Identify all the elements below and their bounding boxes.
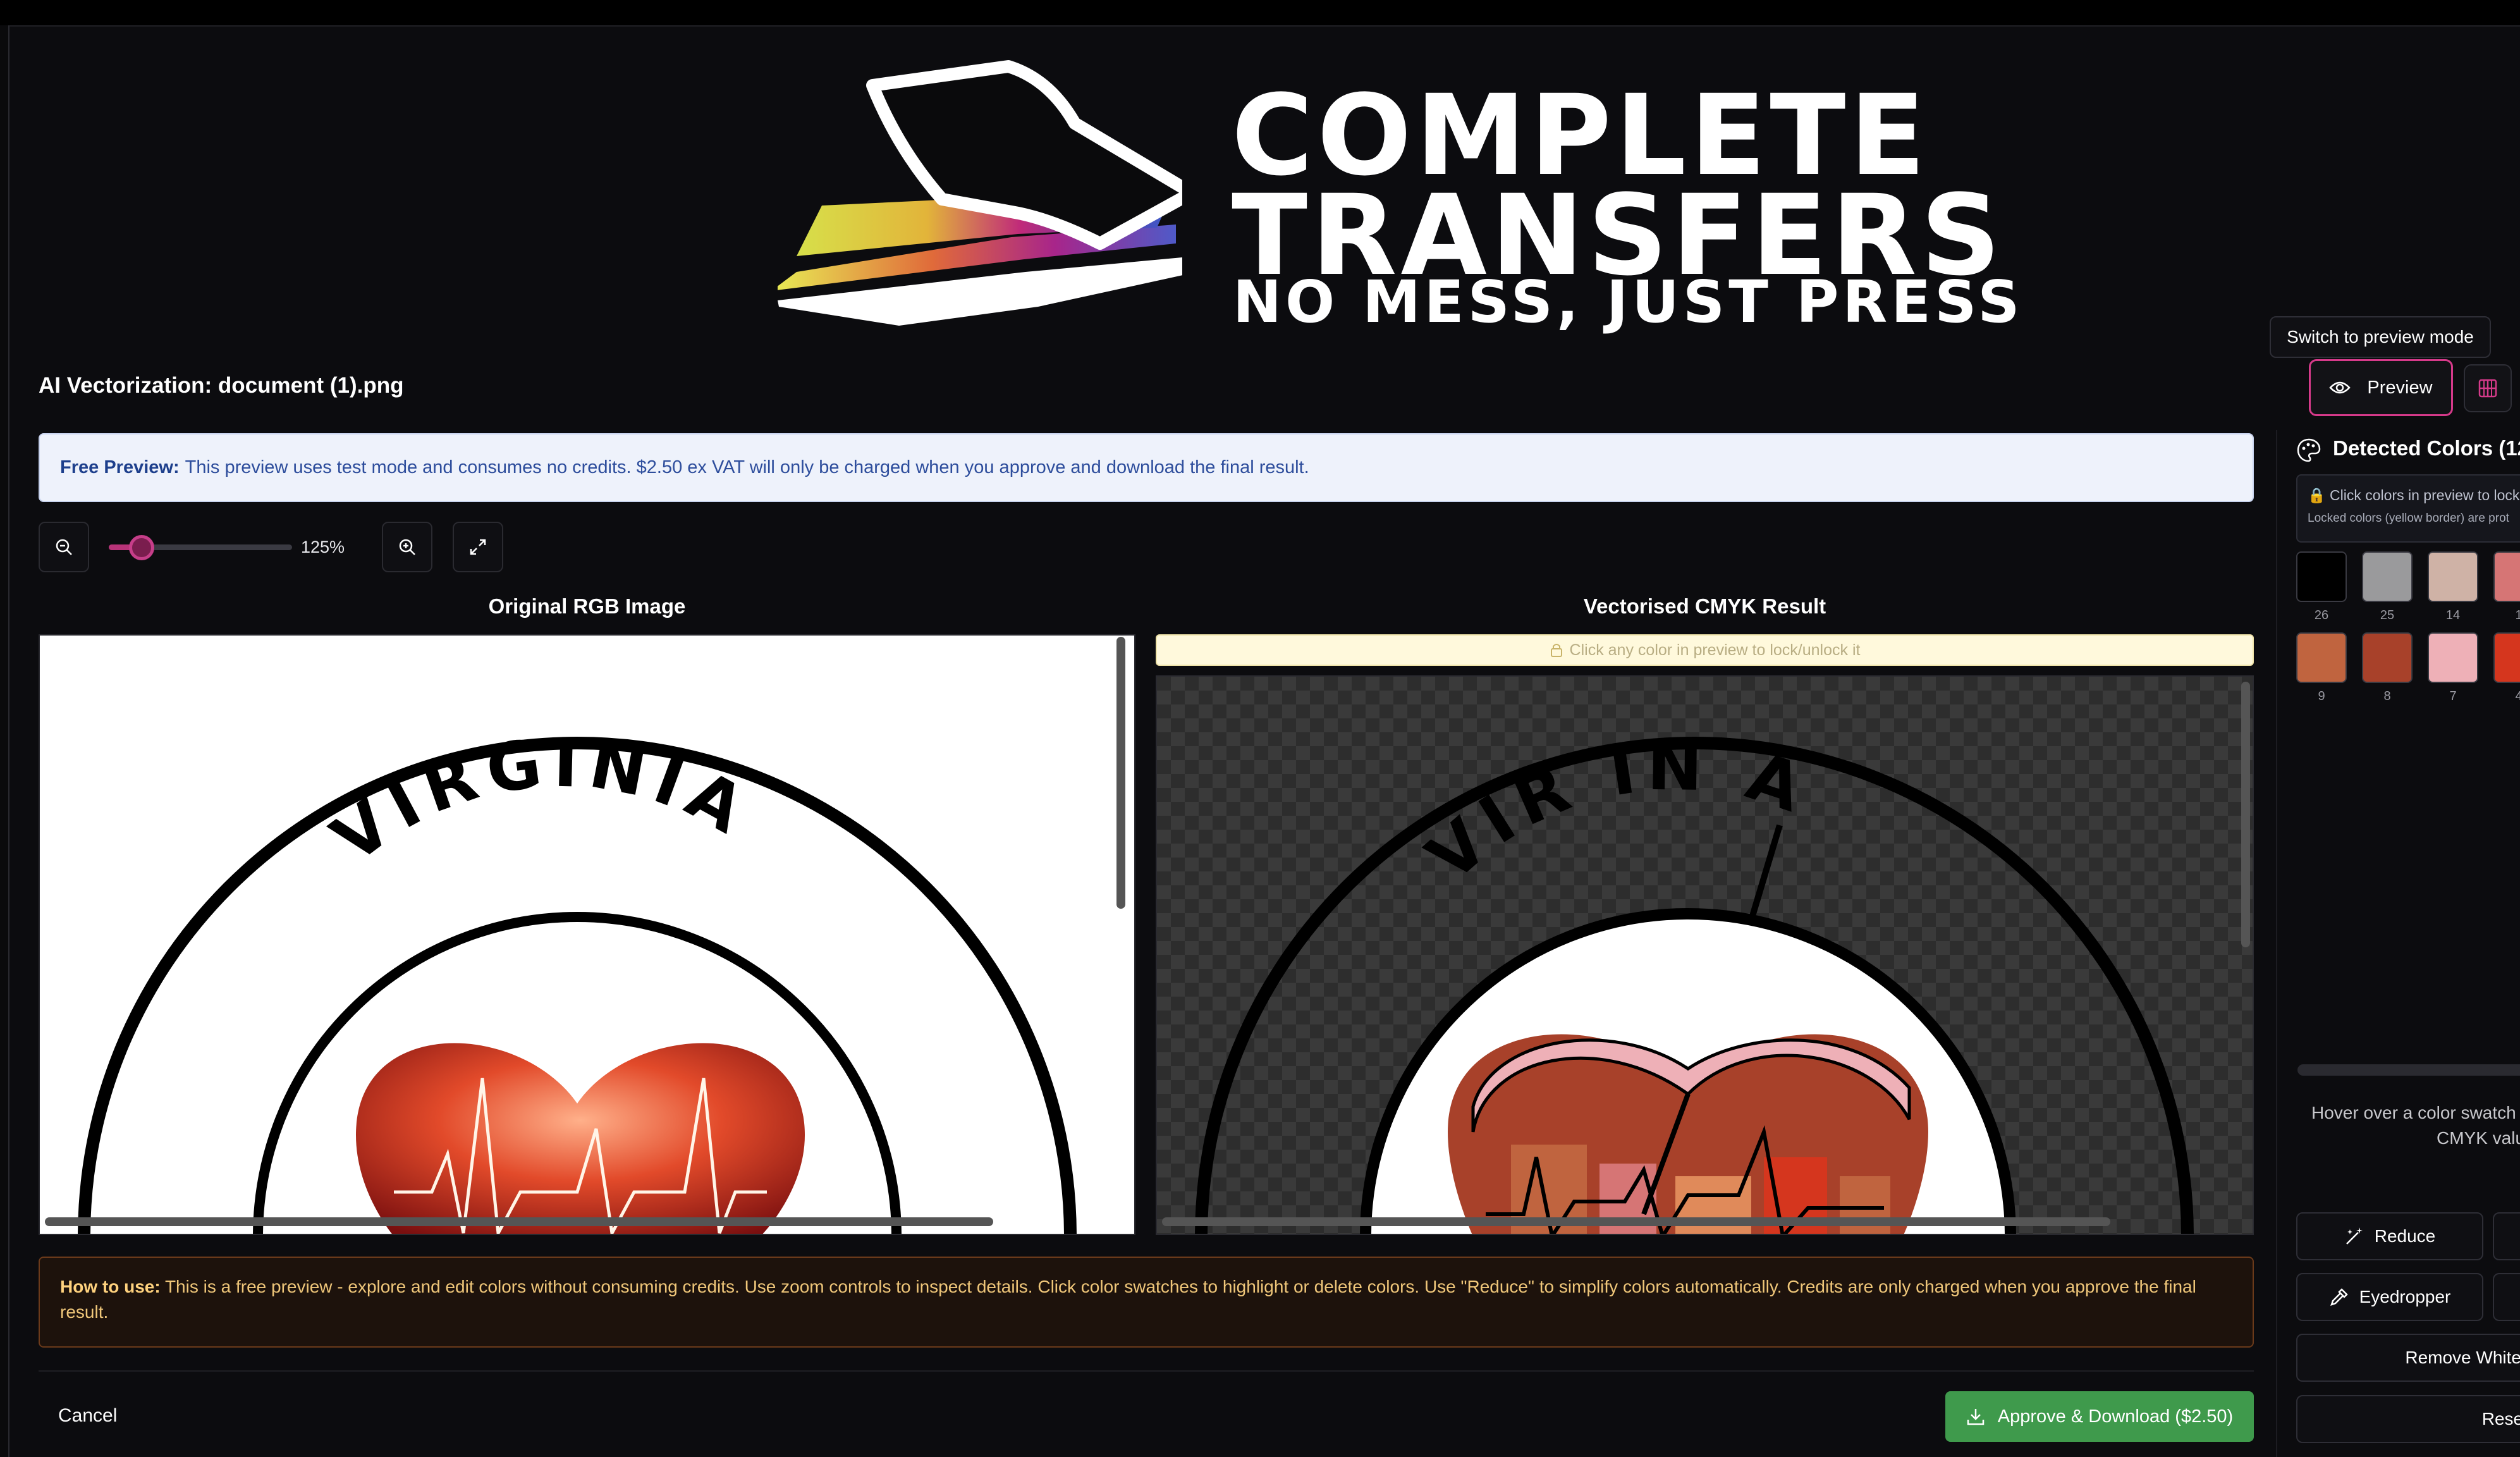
preview-mode-button[interactable]: Preview — [2309, 359, 2453, 416]
lock-icon — [1550, 644, 1562, 657]
vectorised-result-label: Vectorised CMYK Result — [1583, 594, 1826, 618]
color-swatch-count: 26 — [2314, 608, 2329, 622]
color-swatch[interactable] — [2493, 632, 2520, 683]
hover-hint-line2: CMYK valu — [2437, 1128, 2520, 1148]
modal-title: AI Vectorization: document (1).png — [39, 373, 404, 398]
color-swatch[interactable] — [2428, 551, 2478, 602]
eye-icon — [2329, 381, 2351, 394]
color-swatch[interactable] — [2428, 632, 2478, 683]
approve-button-label: Approve & Download ($2.50) — [1997, 1406, 2234, 1427]
right-pane-horizontal-scrollbar[interactable] — [1162, 1217, 2110, 1226]
howto-bold: How to use: — [60, 1277, 161, 1296]
cancel-button[interactable]: Cancel — [58, 1405, 117, 1427]
preview-tooltip: Switch to preview mode — [2270, 316, 2491, 358]
color-swatch[interactable] — [2296, 632, 2347, 683]
original-image-pane[interactable]: VIRGINIA — [39, 634, 1135, 1235]
remove-white-label: Remove White Ba — [2405, 1348, 2520, 1367]
download-icon — [1967, 1409, 1985, 1425]
approve-download-button[interactable]: Approve & Download ($2.50) — [1945, 1391, 2254, 1442]
remove-white-background-button[interactable]: Remove White Ba — [2296, 1334, 2520, 1382]
color-swatch[interactable] — [2493, 551, 2520, 602]
original-image-label: Original RGB Image — [488, 594, 686, 618]
lock-hint-text: Click any color in preview to lock/unloc… — [1569, 641, 1861, 659]
color-swatch-count: 9 — [2318, 689, 2325, 703]
zoom-in-icon — [399, 539, 415, 555]
zoom-slider-thumb[interactable] — [129, 535, 154, 560]
color-swatch-count: 8 — [2383, 689, 2391, 703]
color-swatch-count: 1 — [2515, 608, 2520, 622]
hover-hint: Hover over a color swatch CMYK valu — [2301, 1100, 2520, 1151]
left-pane-horizontal-scrollbar[interactable] — [45, 1217, 993, 1226]
logo-layers-icon — [778, 60, 1182, 326]
sidebar-action-button-2[interactable] — [2493, 1212, 2520, 1260]
logo-tagline: NO MESS, JUST PRESS — [1233, 268, 2024, 336]
detected-colors-title: Detected Colors (12 — [2333, 436, 2520, 460]
magic-wand-icon — [2346, 1227, 2363, 1245]
howto-text: This is a free preview - explore and edi… — [60, 1277, 2196, 1322]
sidebar-hint-line2: Locked colors (yellow border) are prot — [2308, 512, 2509, 525]
reset-label: Reset Al — [2481, 1409, 2520, 1429]
banner-text: This preview uses test mode and consumes… — [185, 457, 1309, 477]
sidebar-horizontal-scrollbar[interactable] — [2297, 1064, 2520, 1076]
zoom-out-button[interactable] — [39, 522, 89, 572]
color-swatch-count: 7 — [2449, 689, 2457, 703]
color-swatch-count: 14 — [2445, 608, 2461, 622]
arc-text-right: VIR IN A — [1413, 728, 1820, 896]
zoom-level: 125% — [301, 538, 345, 556]
sidebar-action-button-4[interactable] — [2493, 1273, 2520, 1321]
eyedropper-button-label: Eyedropper — [2359, 1287, 2451, 1306]
vectorised-artwork: VIR IN A — [1195, 728, 2194, 1234]
color-swatch-count: 25 — [2380, 608, 2395, 622]
color-swatch[interactable] — [2362, 632, 2413, 683]
hover-hint-line1: Hover over a color swatch — [2311, 1103, 2516, 1122]
color-swatch-count: 4 — [2515, 689, 2520, 703]
lock-hint-bar: Click any color in preview to lock/unloc… — [1156, 634, 2254, 666]
sidebar-lock-hint: 🔒 Click colors in preview to lock Locked… — [2296, 474, 2520, 543]
palette-icon — [2296, 438, 2321, 466]
fullscreen-button[interactable] — [453, 522, 503, 572]
footer-divider — [39, 1370, 2254, 1372]
left-pane-vertical-scrollbar[interactable] — [1116, 637, 1125, 909]
sidebar-lock-icon: 🔒 — [2308, 487, 2326, 503]
color-swatch[interactable] — [2296, 551, 2347, 602]
expand-icon — [470, 539, 486, 555]
background-app-topbar — [0, 0, 2520, 25]
reduce-colors-button[interactable]: Reduce — [2296, 1212, 2483, 1260]
sidebar-divider — [2276, 430, 2277, 1457]
vectorised-result-pane[interactable]: VIR IN A — [1156, 675, 2254, 1235]
zoom-in-button[interactable] — [382, 522, 432, 572]
zoom-out-icon — [56, 539, 72, 555]
banner-bold: Free Preview: — [60, 457, 180, 477]
complete-transfers-logo: COMPLETE TRANSFERS NO MESS, JUST PRESS — [778, 54, 2019, 345]
color-swatch[interactable] — [2362, 551, 2413, 602]
how-to-use-notice: How to use: This is a free preview - exp… — [39, 1257, 2254, 1348]
grid-view-button[interactable] — [2464, 364, 2512, 412]
free-preview-banner: Free Preview: This preview uses test mod… — [39, 433, 2254, 502]
eyedropper-button[interactable]: Eyedropper — [2296, 1273, 2483, 1321]
eyedropper-icon — [2330, 1288, 2348, 1306]
original-image-artwork: VIRGINIA — [78, 724, 1077, 1234]
arc-text-left: VIRGINIA — [318, 724, 764, 878]
reduce-button-label: Reduce — [2374, 1226, 2436, 1246]
preview-button-label: Preview — [2367, 377, 2433, 398]
grid-icon — [2478, 379, 2497, 398]
sidebar-hint-line1: Click colors in preview to lock — [2330, 487, 2520, 503]
right-pane-vertical-scrollbar[interactable] — [2241, 682, 2250, 947]
reset-all-button[interactable]: Reset Al — [2296, 1395, 2520, 1443]
